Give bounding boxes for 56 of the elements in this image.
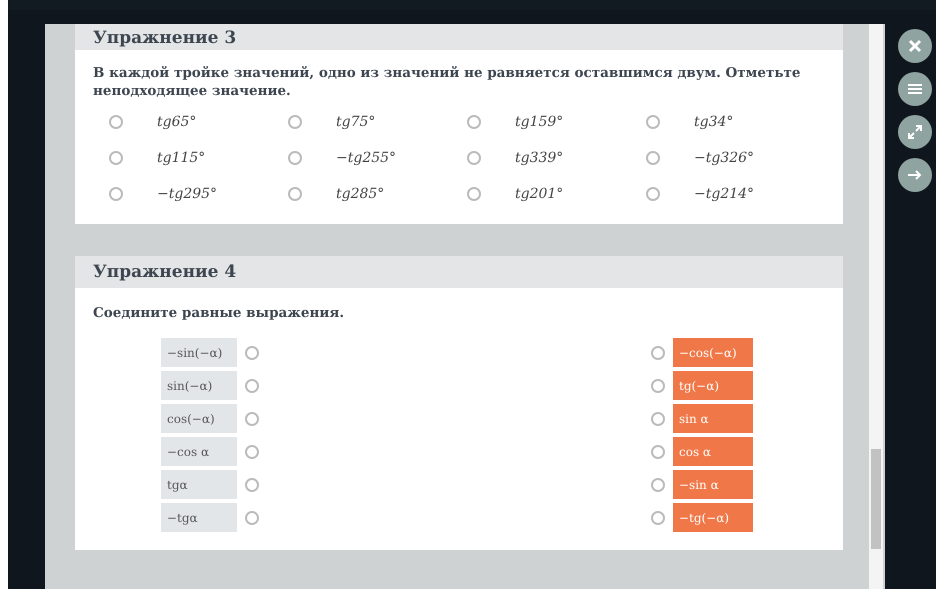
expression-chip[interactable]: sin(−α)	[161, 371, 237, 400]
radio-button[interactable]	[651, 478, 665, 492]
expression-chip[interactable]: cos(−α)	[161, 404, 237, 433]
exercise-prompt: Соедините равные выражения.	[93, 304, 346, 322]
radio-button[interactable]	[651, 346, 665, 360]
expand-icon	[908, 125, 922, 139]
option-label: −tg255°	[336, 150, 396, 166]
radio-button[interactable]	[651, 444, 665, 458]
exercise-prompt: В каждой тройке значений, одно из значений не равняется оставшимся двум. Отметьте неподходящее значение.	[93, 64, 802, 100]
radio-button[interactable]	[651, 378, 665, 392]
radio-button[interactable]	[646, 151, 660, 165]
option-label: −tg295°	[157, 186, 218, 202]
exercise-title: Упражнение 4	[93, 262, 236, 282]
radio-button[interactable]	[288, 115, 302, 129]
menu-icon	[908, 83, 922, 95]
close-button[interactable]	[898, 29, 932, 63]
expression-chip[interactable]: −tgα	[161, 503, 237, 532]
option-label: tg159°	[515, 114, 564, 130]
radio-button[interactable]	[651, 510, 665, 524]
radio-button[interactable]	[467, 115, 481, 129]
scrollbar[interactable]	[869, 24, 883, 589]
option-label: tg115°	[157, 150, 206, 166]
fullscreen-button[interactable]	[898, 115, 932, 149]
radio-button[interactable]	[646, 115, 660, 129]
radio-button[interactable]	[467, 151, 481, 165]
option-label: tg201°	[515, 186, 564, 202]
radio-button[interactable]	[288, 187, 302, 201]
radio-button[interactable]	[109, 115, 123, 129]
exit-button[interactable]	[898, 158, 932, 192]
expression-chip[interactable]: −sin(−α)	[161, 338, 237, 367]
radio-button[interactable]	[245, 510, 259, 524]
radio-button[interactable]	[245, 412, 259, 426]
option-label: tg65°	[157, 114, 196, 130]
radio-button[interactable]	[288, 151, 302, 165]
option-label: tg34°	[694, 114, 734, 130]
radio-button[interactable]	[109, 151, 123, 165]
radio-button[interactable]	[467, 187, 481, 201]
radio-button[interactable]	[109, 187, 123, 201]
radio-button[interactable]	[245, 478, 259, 492]
close-icon	[908, 39, 922, 53]
arrow-right-icon	[908, 169, 922, 181]
exercise-title: Упражнение 3	[93, 28, 236, 48]
expression-chip[interactable]: −cos α	[161, 437, 237, 466]
expression-chip[interactable]: tgα	[161, 470, 237, 499]
radio-button[interactable]	[646, 187, 660, 201]
option-label: tg75°	[336, 114, 376, 130]
option-label: tg339°	[515, 150, 564, 166]
option-label: −tg214°	[694, 186, 754, 202]
radio-button[interactable]	[245, 346, 259, 360]
option-label: tg285°	[336, 186, 384, 202]
radio-button[interactable]	[245, 444, 259, 458]
option-label: −tg326°	[694, 150, 754, 166]
scrollbar-thumb[interactable]	[871, 449, 881, 549]
radio-button[interactable]	[651, 412, 665, 426]
radio-button[interactable]	[245, 378, 259, 392]
menu-button[interactable]	[898, 72, 932, 106]
